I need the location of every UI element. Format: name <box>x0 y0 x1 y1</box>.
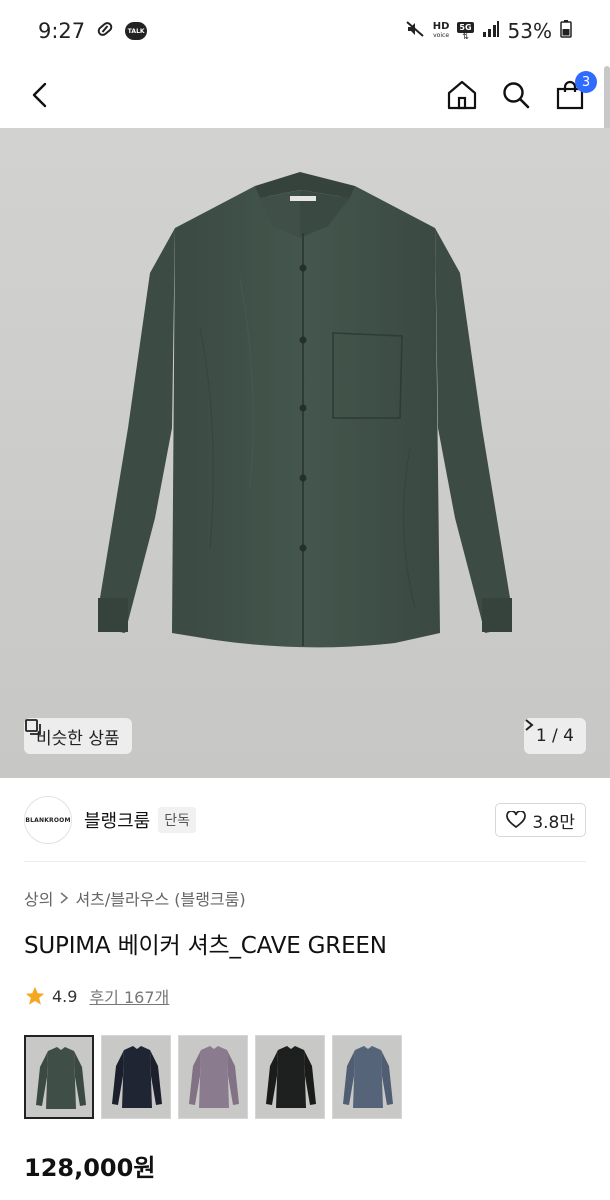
color-variant-blue-grey[interactable] <box>332 1035 402 1119</box>
color-variant-black[interactable] <box>255 1035 325 1119</box>
pager-label: 1 / 4 <box>535 726 574 746</box>
breadcrumb: 상의 셔츠/블라우스 (블랭크룸) <box>24 886 246 910</box>
color-variant-lavender[interactable] <box>178 1035 248 1119</box>
breadcrumb-item-category[interactable]: 상의 <box>24 886 53 910</box>
star-icon <box>25 986 45 1005</box>
network-5g-icon: 5G ⇅ <box>457 21 474 41</box>
product-price: 128,000원 <box>24 1154 156 1182</box>
signal-icon <box>482 19 500 43</box>
status-bar: 9:27 TALK HD voice 5G ⇅ 53% <box>0 0 610 62</box>
exclusive-tag: 단독 <box>158 807 197 833</box>
cart-count-badge: 3 <box>575 71 597 93</box>
brand-logo[interactable]: BLANKROOM <box>24 796 72 844</box>
similar-products-button[interactable]: 비슷한 상품 <box>24 718 132 754</box>
home-button[interactable] <box>444 77 480 113</box>
breadcrumb-item-subcategory[interactable]: 셔츠/블라우스 (블랭크룸) <box>75 886 245 910</box>
image-pager[interactable]: 1 / 4 <box>523 718 586 754</box>
hd-voice-icon: HD voice <box>432 21 450 40</box>
product-title: SUPIMA 베이커 셔츠_CAVE GREEN <box>24 933 387 959</box>
color-variant-navy[interactable] <box>101 1035 171 1119</box>
cart-button[interactable]: 3 <box>552 71 597 113</box>
battery-level: 53% <box>507 19 552 43</box>
chevron-left-icon <box>32 82 47 108</box>
home-icon <box>447 80 477 110</box>
review-count-link[interactable]: 후기 167개 <box>89 984 169 1008</box>
brand-name[interactable]: 블랭크룸 <box>84 807 150 833</box>
brand-row: BLANKROOM 블랭크룸 단독 3.8만 <box>24 794 586 846</box>
chevron-right-icon <box>60 892 69 904</box>
mute-icon <box>405 19 425 44</box>
talk-icon: TALK <box>125 22 148 40</box>
copy-icon <box>25 719 41 735</box>
clock: 9:27 <box>38 19 86 43</box>
like-count: 3.8만 <box>532 812 575 833</box>
similar-products-label: 비슷한 상품 <box>36 728 120 749</box>
product-shirt-image <box>0 128 610 778</box>
heart-icon <box>506 811 527 829</box>
scrollbar[interactable] <box>604 66 610 136</box>
rating-row: 4.9 후기 167개 <box>24 984 169 1008</box>
battery-icon <box>560 19 572 43</box>
color-variant-cave-green[interactable] <box>24 1035 94 1119</box>
app-header: 3 <box>0 62 610 128</box>
divider <box>24 861 586 862</box>
color-variant-list <box>24 1035 402 1119</box>
search-button[interactable] <box>498 77 534 113</box>
chevron-right-icon <box>525 719 534 731</box>
pill-icon <box>95 19 115 44</box>
rating-value: 4.9 <box>52 986 78 1006</box>
search-icon <box>503 82 530 109</box>
like-button[interactable]: 3.8만 <box>495 803 586 837</box>
product-image-carousel[interactable]: 비슷한 상품 1 / 4 <box>0 128 610 778</box>
back-button[interactable] <box>22 77 58 113</box>
